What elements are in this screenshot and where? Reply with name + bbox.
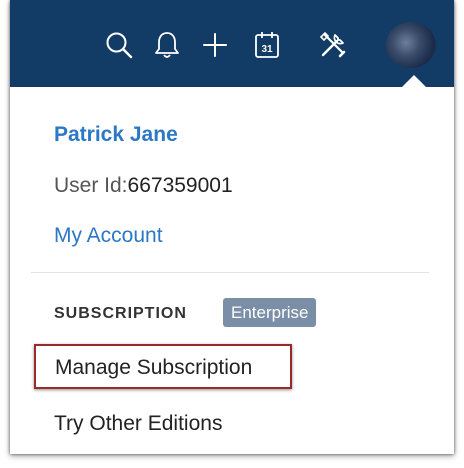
calendar-icon[interactable]: 31 xyxy=(250,28,284,62)
try-other-editions-link[interactable]: Try Other Editions xyxy=(54,412,222,436)
profile-dropdown-window: 31 Patrick Jane User Id:667359001 My Acc… xyxy=(10,0,454,454)
avatar[interactable] xyxy=(386,22,436,68)
my-account-link[interactable]: My Account xyxy=(54,224,163,248)
plus-icon[interactable] xyxy=(198,28,232,62)
subscription-section-label: SUBSCRIPTION xyxy=(54,305,187,322)
manage-subscription-button[interactable]: Manage Subscription xyxy=(34,344,292,389)
manage-subscription-label: Manage Subscription xyxy=(55,356,253,379)
top-navigation-bar: 31 xyxy=(10,0,454,88)
user-id-row: User Id:667359001 xyxy=(54,174,233,198)
user-id-label: User Id: xyxy=(54,174,128,197)
divider xyxy=(31,272,429,273)
calendar-day-text: 31 xyxy=(261,44,273,55)
user-id-value: 667359001 xyxy=(127,174,233,197)
edition-badge: Enterprise xyxy=(223,298,317,327)
search-icon[interactable] xyxy=(102,28,136,62)
user-name-link[interactable]: Patrick Jane xyxy=(54,123,178,147)
profile-menu: Patrick Jane User Id:667359001 My Accoun… xyxy=(10,87,454,454)
tools-icon[interactable] xyxy=(316,28,350,62)
bell-icon[interactable] xyxy=(150,28,184,62)
